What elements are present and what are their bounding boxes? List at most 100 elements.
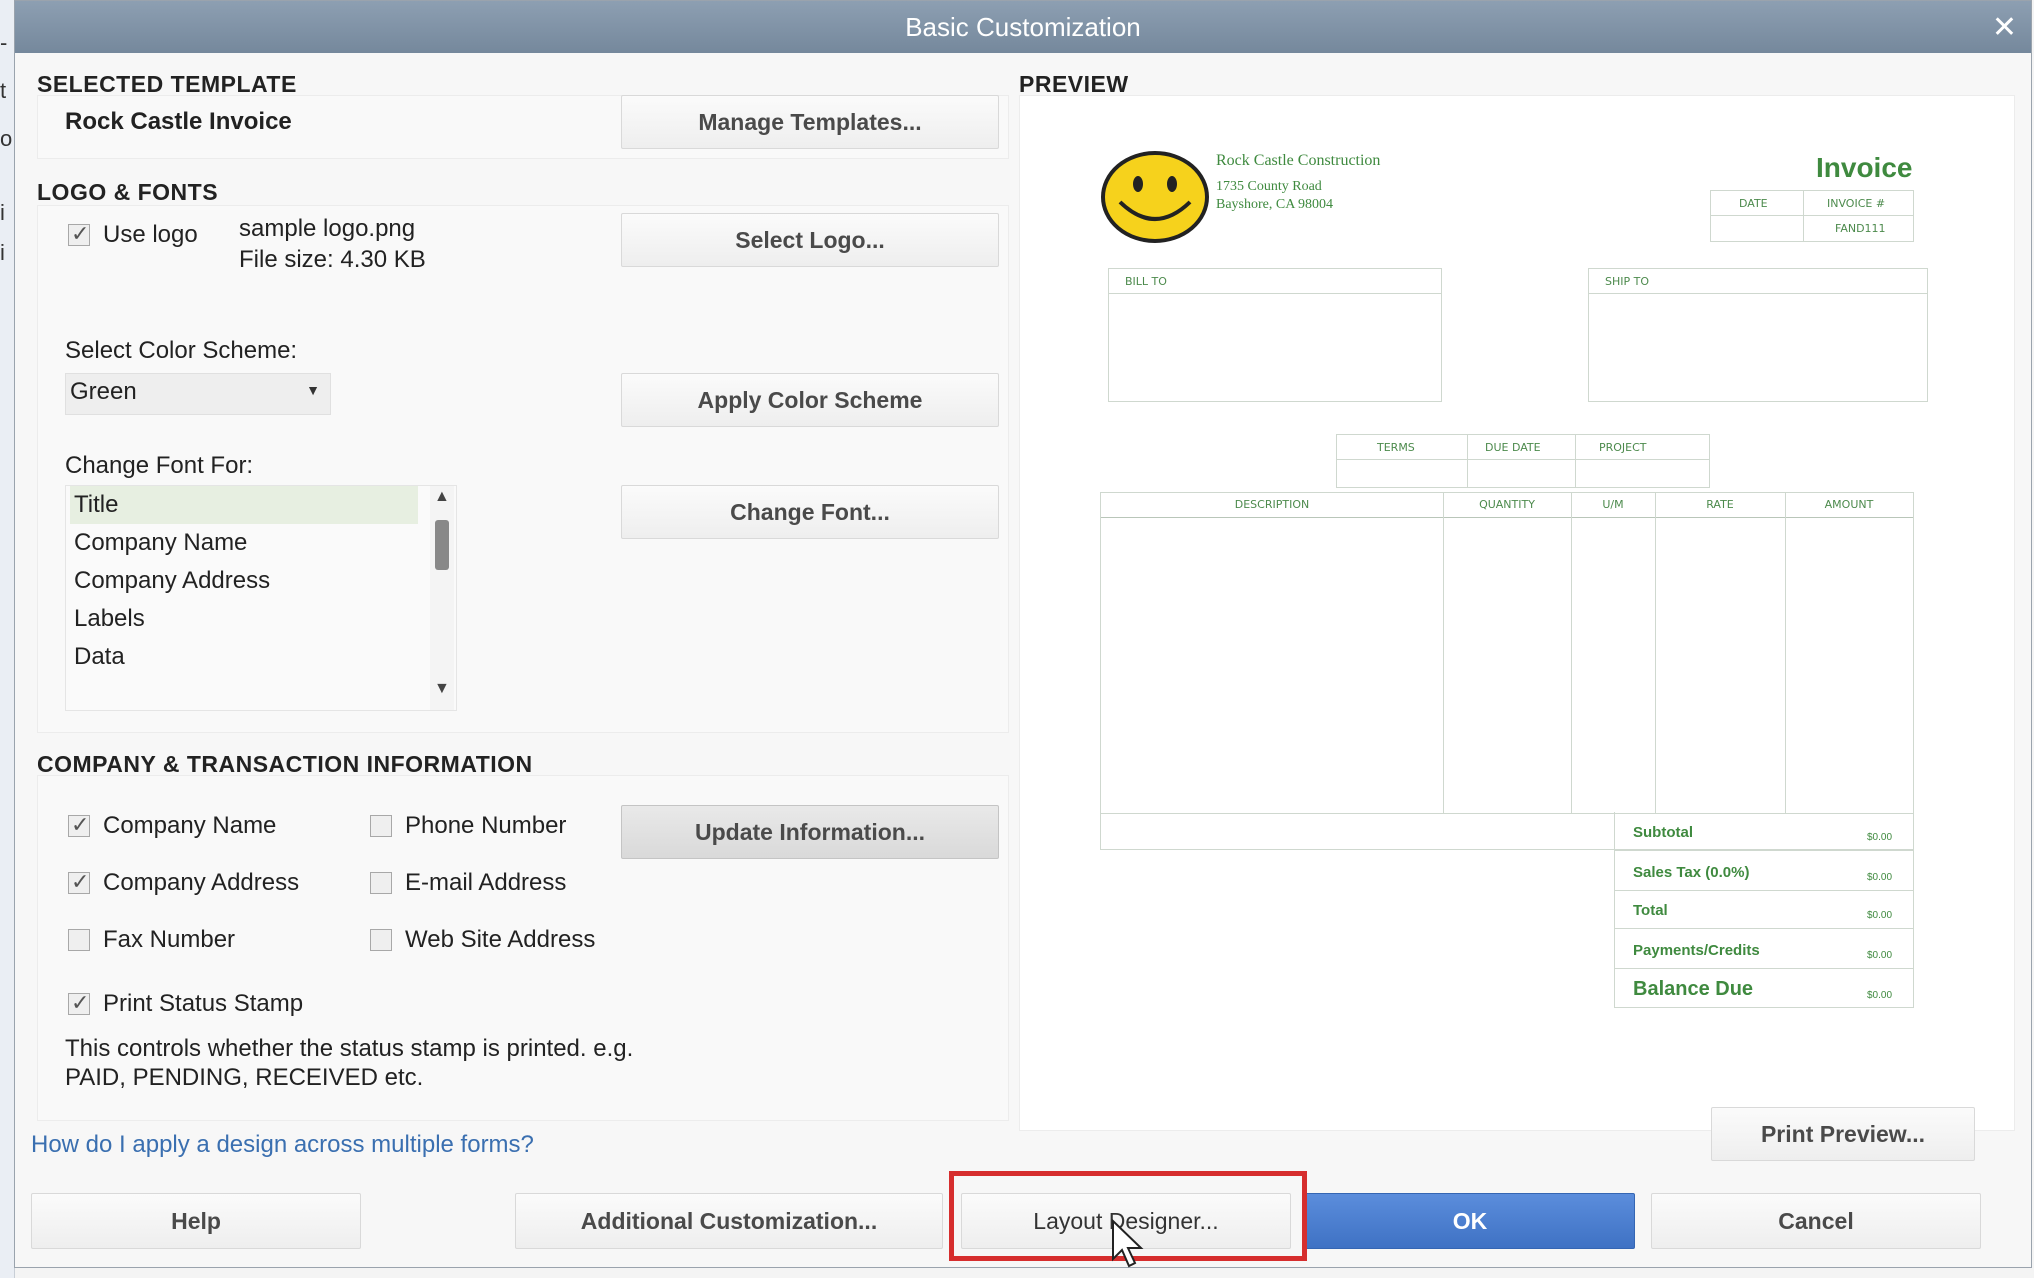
preview-payments-value: $0.00 [1867,950,1893,961]
print-preview-button[interactable]: Print Preview... [1711,1107,1975,1161]
template-name: Rock Castle Invoice [65,108,292,135]
preview-due-date-label: DUE DATE [1485,441,1541,454]
phone-number-label: Phone Number [405,812,567,839]
divider [1589,293,1927,294]
preview-date-label: DATE [1739,197,1768,210]
fax-number-checkbox[interactable] [68,929,90,951]
font-item-labels[interactable]: Labels [70,600,418,638]
preview-invoice-no-label: INVOICE # [1827,197,1886,210]
manage-templates-button[interactable]: Manage Templates... [621,95,999,149]
email-address-label: E-mail Address [405,869,567,896]
preview-ship-to-box: SHIP TO [1588,268,1928,402]
preview-col-quantity: QUANTITY [1479,498,1535,511]
use-logo-label: Use logo [103,221,198,248]
mouse-cursor-icon [1112,1219,1144,1268]
preview-terms-box: TERMS DUE DATE PROJECT [1336,434,1710,488]
preview-col-rate: RATE [1706,498,1734,511]
preview-date-invoice-box: DATE INVOICE # FAND111 [1710,190,1914,242]
close-icon[interactable]: ✕ [1992,10,2017,45]
change-font-label: Change Font For: [65,452,254,479]
smiley-logo-icon [1101,151,1209,243]
help-link-apply-design[interactable]: How do I apply a design across multiple … [31,1131,534,1159]
font-item-title[interactable]: Title [70,486,418,524]
additional-customization-button[interactable]: Additional Customization... [515,1193,943,1249]
divider [1101,517,1913,518]
preview-balance-due-value: $0.00 [1867,990,1893,1001]
logo-file-name: sample logo.png [239,215,416,242]
company-address-label: Company Address [103,869,300,896]
font-list-scrollbar[interactable]: ▲ ▼ [430,486,454,710]
logo-file-size: File size: 4.30 KB [239,246,426,273]
preview-line-items-table: DESCRIPTION QUANTITY U/M RATE AMOUNT [1100,492,1914,850]
preview-total-label: Total [1633,902,1668,919]
web-site-checkbox[interactable] [370,929,392,951]
company-name-checkbox[interactable] [68,812,90,838]
preview-subtotal-value: $0.00 [1867,832,1893,843]
color-scheme-label: Select Color Scheme: [65,337,298,364]
change-font-button[interactable]: Change Font... [621,485,999,539]
divider [1615,850,1913,851]
web-site-label: Web Site Address [405,926,596,953]
color-scheme-dropdown[interactable]: Green ▼ [65,373,331,415]
preview-address2: Bayshore, CA 98004 [1216,197,1334,212]
scroll-up-icon[interactable]: ▲ [434,488,450,506]
preview-total-value: $0.00 [1867,910,1893,921]
preview-col-description: DESCRIPTION [1234,498,1310,511]
preview-sales-tax-value: $0.00 [1867,872,1893,883]
font-item-company-address[interactable]: Company Address [70,562,418,600]
preview-ship-to-label: SHIP TO [1605,275,1650,288]
preview-totals-box: Subtotal $0.00 Sales Tax (0.0%) $0.00 To… [1614,812,1914,1008]
divider [1803,191,1804,241]
invoice-preview: Rock Castle Construction 1735 County Roa… [1019,95,2015,1131]
divider [1655,493,1656,813]
divider [1615,968,1913,969]
scroll-thumb[interactable] [435,520,449,570]
chevron-down-icon: ▼ [306,382,320,398]
company-info-heading: COMPANY & TRANSACTION INFORMATION [37,751,533,777]
cancel-button[interactable]: Cancel [1651,1193,1981,1249]
preview-sales-tax-label: Sales Tax (0.0%) [1633,864,1750,881]
help-button[interactable]: Help [31,1193,361,1249]
preview-col-um: U/M [1602,498,1624,511]
font-item-company-name[interactable]: Company Name [70,524,418,562]
preview-heading: PREVIEW [1019,71,1129,97]
dialog-title: Basic Customization [905,12,1141,42]
preview-payments-label: Payments/Credits [1633,942,1760,959]
divider [1711,215,1913,216]
update-information-button[interactable]: Update Information... [621,805,999,859]
divider [1615,890,1913,891]
use-logo-checkbox[interactable] [68,221,90,247]
font-target-listbox[interactable]: Title Company Name Company Address Label… [65,485,457,711]
preview-terms-label: TERMS [1377,441,1415,454]
divider [1337,459,1709,460]
preview-company-name: Rock Castle Construction [1216,152,1381,169]
background-window-edge: -toii [0,0,15,1278]
preview-col-amount: AMOUNT [1824,498,1874,511]
company-address-checkbox[interactable] [68,869,90,895]
divider [1467,435,1468,487]
divider [1109,293,1441,294]
divider [1615,928,1913,929]
preview-address1: 1735 County Road [1216,179,1322,194]
preview-balance-due-label: Balance Due [1633,978,1754,1000]
print-status-stamp-checkbox[interactable] [68,990,90,1016]
scroll-down-icon[interactable]: ▼ [434,680,450,698]
font-item-data[interactable]: Data [70,638,418,676]
divider [1443,493,1444,813]
title-bar: Basic Customization ✕ [15,1,2031,53]
divider [1575,435,1576,487]
select-logo-button[interactable]: Select Logo... [621,213,999,267]
divider [1785,493,1786,813]
email-address-checkbox[interactable] [370,872,392,894]
basic-customization-dialog: Basic Customization ✕ SELECTED TEMPLATE … [14,0,2032,1268]
divider [1571,493,1572,813]
color-scheme-value: Green [70,378,137,405]
phone-number-checkbox[interactable] [370,815,392,837]
preview-invoice-title: Invoice [1816,152,1913,183]
apply-color-scheme-button[interactable]: Apply Color Scheme [621,373,999,427]
preview-bill-to-label: BILL TO [1125,275,1167,288]
preview-project-label: PROJECT [1599,441,1647,454]
preview-invoice-no-value: FAND111 [1835,222,1886,235]
ok-button[interactable]: OK [1305,1193,1635,1249]
stamp-description-line2: PAID, PENDING, RECEIVED etc. [65,1064,424,1091]
